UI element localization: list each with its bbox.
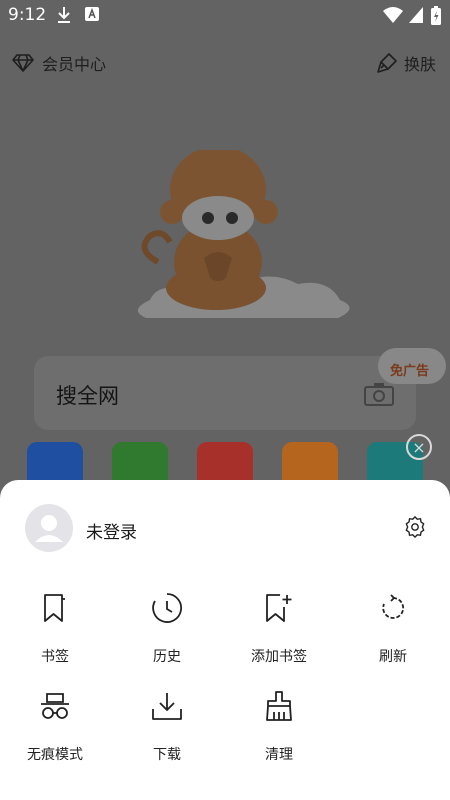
search-box[interactable]: 搜全网 <box>34 356 416 430</box>
menu-label-bookmarks: 书签 <box>41 649 69 665</box>
monkey-mascot-icon <box>137 150 350 318</box>
avatar[interactable] <box>25 504 73 552</box>
menu-label-history: 历史 <box>153 649 181 665</box>
app-notification-icon <box>85 7 99 21</box>
battery-icon <box>431 6 441 25</box>
settings-gear-icon[interactable] <box>404 516 426 538</box>
login-status-label[interactable]: 未登录 <box>86 518 137 543</box>
status-bar: 9:12 <box>0 0 450 32</box>
search-placeholder: 搜全网 <box>56 384 119 408</box>
vip-center-label: 会员中心 <box>42 55 107 74</box>
menu-label-refresh: 刷新 <box>379 649 407 665</box>
ad-free-label: 免广告 <box>390 364 430 379</box>
camera-search-icon[interactable] <box>364 382 394 406</box>
wifi-icon <box>383 7 403 23</box>
menu-label-add-bookmark: 添加书签 <box>251 649 307 665</box>
download-status-icon <box>58 7 70 23</box>
clean-icon <box>224 686 334 726</box>
vip-center-button[interactable]: 会员中心 <box>12 52 106 74</box>
download-icon <box>112 686 222 726</box>
user-avatar-icon <box>35 515 63 542</box>
bookmark-icon <box>0 588 110 628</box>
history-icon <box>112 588 222 628</box>
incognito-icon <box>0 686 110 726</box>
menu-label-download: 下载 <box>153 747 181 763</box>
add-bookmark-icon <box>224 588 334 628</box>
menu-bottom-sheet: 未登录 书签 历史 添加书签 刷新 无痕模式 下载 清理 <box>0 480 450 800</box>
signal-icon <box>409 7 423 23</box>
refresh-icon <box>338 588 448 628</box>
close-icon: × <box>412 437 426 457</box>
brush-icon <box>377 53 397 73</box>
close-sheet-button[interactable]: × <box>406 434 432 460</box>
change-skin-button[interactable]: 换肤 <box>376 52 436 74</box>
diamond-icon <box>12 54 34 72</box>
change-skin-label: 换肤 <box>403 55 436 74</box>
menu-label-incognito: 无痕模式 <box>27 747 83 763</box>
menu-label-clean: 清理 <box>265 747 293 763</box>
status-time: 9:12 <box>8 5 47 25</box>
